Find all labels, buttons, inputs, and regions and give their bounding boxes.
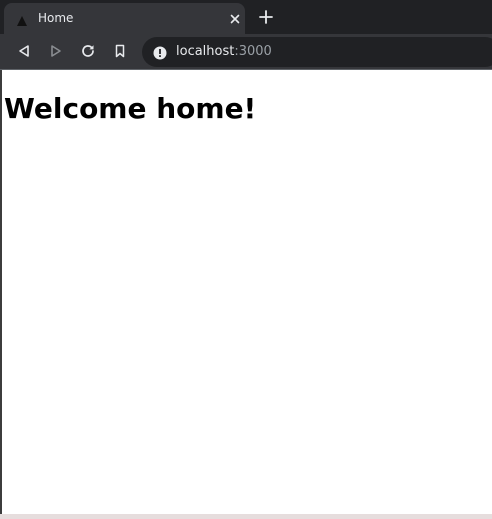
page-heading: Welcome home! xyxy=(4,92,257,125)
page-content: Welcome home! xyxy=(0,70,492,514)
tab-title: Home xyxy=(38,11,74,25)
url-port: :3000 xyxy=(234,44,272,59)
plus-icon[interactable] xyxy=(258,9,274,25)
back-icon[interactable] xyxy=(16,43,32,59)
info-icon[interactable] xyxy=(153,45,167,60)
reload-icon[interactable] xyxy=(80,43,96,59)
tab-strip: Home xyxy=(0,0,492,34)
url-host: localhost xyxy=(176,44,235,59)
browser-window: Home localhost:3000 Welcome home! xyxy=(0,0,492,519)
close-icon[interactable] xyxy=(228,11,242,25)
url-text: localhost:3000 xyxy=(176,44,272,60)
bottom-strip xyxy=(0,514,492,519)
forward-icon[interactable] xyxy=(48,43,64,59)
address-bar[interactable]: localhost:3000 xyxy=(142,37,492,67)
bookmark-icon[interactable] xyxy=(112,43,128,59)
toolbar: localhost:3000 xyxy=(0,34,492,69)
tab-home[interactable]: Home xyxy=(4,3,245,34)
triangle-favicon-icon xyxy=(16,12,28,26)
